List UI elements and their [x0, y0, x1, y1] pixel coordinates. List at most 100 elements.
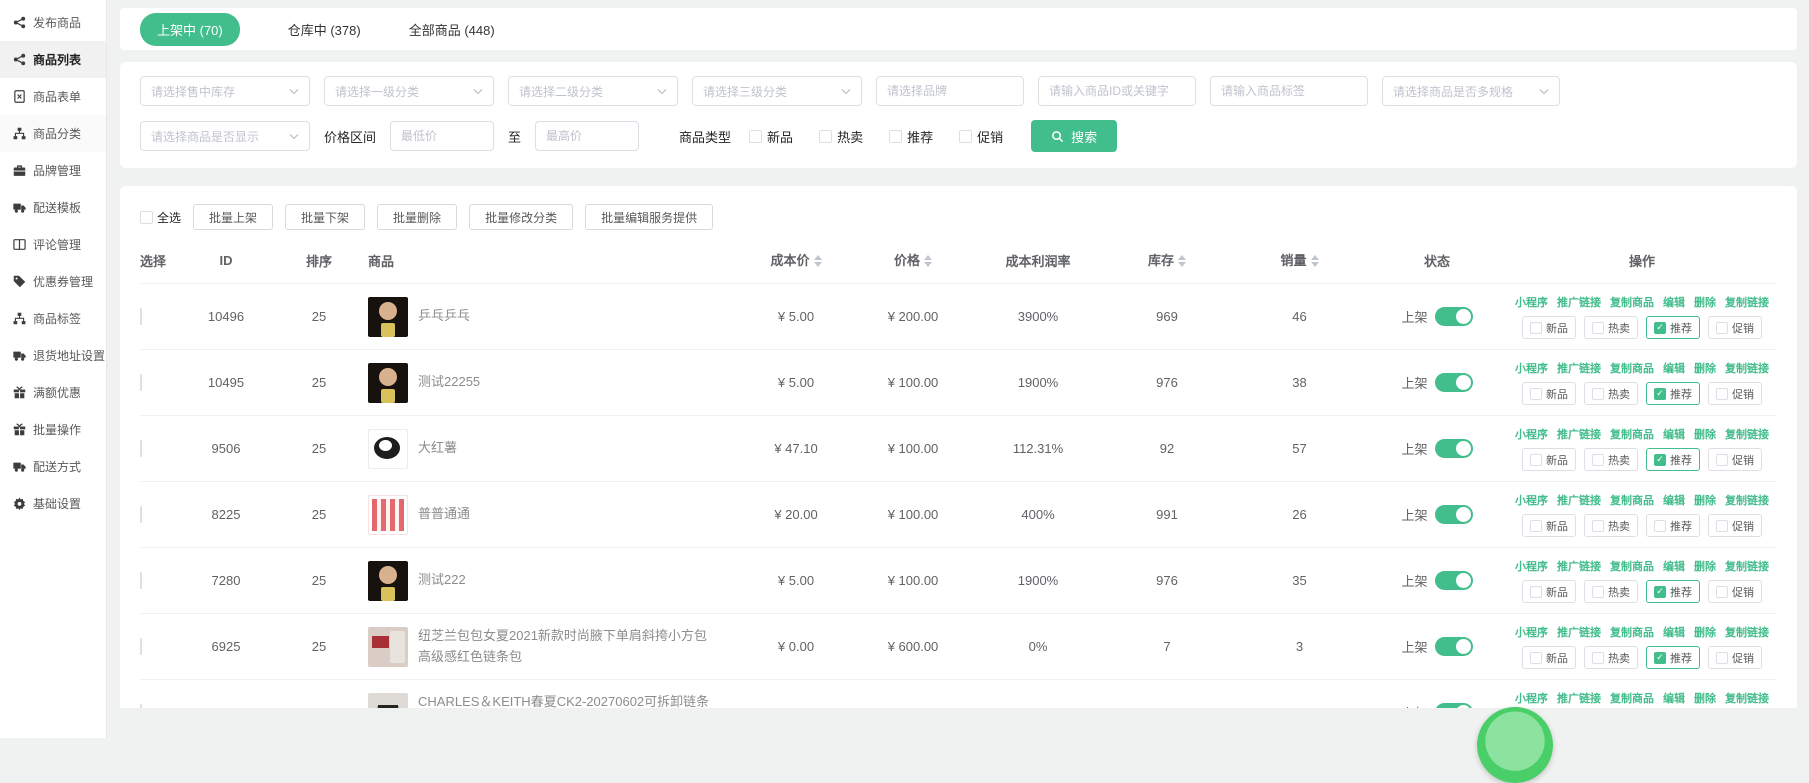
batch-button-3[interactable]: 批量删除 — [377, 204, 457, 230]
status-toggle[interactable] — [1435, 373, 1473, 392]
tag-toggle[interactable]: 新品 — [1522, 448, 1576, 471]
batch-button-4[interactable]: 批量修改分类 — [469, 204, 573, 230]
sidebar-item-10[interactable]: 退货地址设置 — [0, 337, 106, 374]
tag-toggle[interactable]: 热卖 — [1584, 382, 1638, 405]
filter-text-input[interactable] — [1221, 84, 1357, 98]
operation-link[interactable]: 复制商品 — [1610, 690, 1654, 706]
select-all-checkbox[interactable]: 全选 — [140, 209, 181, 226]
operation-link[interactable]: 小程序 — [1515, 690, 1548, 706]
min-price-input[interactable] — [401, 129, 483, 143]
product-thumbnail[interactable] — [368, 363, 408, 403]
floating-action-button[interactable] — [1477, 707, 1553, 783]
operation-link[interactable]: 复制链接 — [1725, 426, 1769, 442]
filter-input-6[interactable] — [1038, 76, 1196, 106]
tag-toggle[interactable]: 热卖 — [1584, 316, 1638, 339]
product-thumbnail[interactable] — [368, 627, 408, 667]
tag-toggle[interactable]: 新品 — [1522, 646, 1576, 669]
operation-link[interactable]: 推广链接 — [1557, 360, 1601, 376]
status-toggle[interactable] — [1435, 703, 1473, 708]
operation-link[interactable]: 编辑 — [1663, 558, 1685, 574]
operation-link[interactable]: 复制商品 — [1610, 624, 1654, 640]
operation-link[interactable]: 删除 — [1694, 558, 1716, 574]
sort-carets-icon[interactable] — [924, 251, 932, 271]
status-toggle[interactable] — [1435, 439, 1473, 458]
tag-toggle[interactable]: 新品 — [1522, 382, 1576, 405]
column-header[interactable]: 库存 — [1102, 250, 1232, 272]
product-thumbnail[interactable] — [368, 495, 408, 535]
operation-link[interactable]: 复制链接 — [1725, 624, 1769, 640]
tag-toggle[interactable]: ✓推荐 — [1646, 580, 1700, 603]
operation-link[interactable]: 复制链接 — [1725, 558, 1769, 574]
filter-select-3[interactable]: 请选择二级分类 — [508, 76, 678, 106]
filter-text-input[interactable] — [887, 84, 1013, 98]
sidebar-item-11[interactable]: 满额优惠 — [0, 374, 106, 411]
tag-toggle[interactable]: 促销 — [1708, 514, 1762, 537]
sidebar-item-9[interactable]: 商品标签 — [0, 300, 106, 337]
sort-carets-icon[interactable] — [814, 251, 822, 271]
tag-toggle[interactable]: 新品 — [1522, 316, 1576, 339]
tag-toggle[interactable]: 推荐 — [1646, 514, 1700, 537]
operation-link[interactable]: 小程序 — [1515, 624, 1548, 640]
sidebar-item-8[interactable]: 优惠券管理 — [0, 263, 106, 300]
filter-select-2[interactable]: 请选择一级分类 — [324, 76, 494, 106]
operation-link[interactable]: 复制商品 — [1610, 492, 1654, 508]
tag-toggle[interactable]: 热卖 — [1584, 514, 1638, 537]
tag-toggle[interactable]: 促销 — [1708, 580, 1762, 603]
filter-input-5[interactable] — [876, 76, 1024, 106]
status-toggle[interactable] — [1435, 637, 1473, 656]
tag-toggle[interactable]: ✓推荐 — [1646, 382, 1700, 405]
type-checkbox[interactable]: 热卖 — [819, 127, 863, 146]
operation-link[interactable]: 推广链接 — [1557, 690, 1601, 706]
operation-link[interactable]: 删除 — [1694, 492, 1716, 508]
operation-link[interactable]: 复制商品 — [1610, 294, 1654, 310]
operation-link[interactable]: 复制链接 — [1725, 360, 1769, 376]
operation-link[interactable]: 复制链接 — [1725, 492, 1769, 508]
filter-input-7[interactable] — [1210, 76, 1368, 106]
sidebar-item-4[interactable]: 商品分类 — [0, 115, 106, 152]
batch-button-5[interactable]: 批量编辑服务提供 — [585, 204, 713, 230]
filter-select-1[interactable]: 请选择售中库存 — [140, 76, 310, 106]
min-price-field[interactable] — [390, 121, 494, 151]
max-price-input[interactable] — [546, 129, 628, 143]
column-header[interactable]: 成本价 — [740, 250, 852, 272]
operation-link[interactable]: 编辑 — [1663, 426, 1685, 442]
type-checkbox[interactable]: 推荐 — [889, 127, 933, 146]
tab-3[interactable]: 全部商品 (448) — [409, 20, 495, 39]
row-checkbox[interactable] — [140, 638, 142, 655]
tab-1[interactable]: 上架中 (70) — [140, 13, 240, 46]
status-toggle[interactable] — [1435, 307, 1473, 326]
operation-link[interactable]: 推广链接 — [1557, 492, 1601, 508]
operation-link[interactable]: 小程序 — [1515, 558, 1548, 574]
tag-toggle[interactable]: ✓推荐 — [1646, 316, 1700, 339]
operation-link[interactable]: 编辑 — [1663, 690, 1685, 706]
sidebar-item-2[interactable]: 商品列表 — [0, 41, 106, 78]
tag-toggle[interactable]: 促销 — [1708, 448, 1762, 471]
operation-link[interactable]: 小程序 — [1515, 360, 1548, 376]
operation-link[interactable]: 删除 — [1694, 690, 1716, 706]
column-header[interactable]: 销量 — [1232, 250, 1367, 272]
sort-carets-icon[interactable] — [1178, 251, 1186, 271]
tag-toggle[interactable]: 新品 — [1522, 580, 1576, 603]
operation-link[interactable]: 删除 — [1694, 294, 1716, 310]
tag-toggle[interactable]: 促销 — [1708, 646, 1762, 669]
operation-link[interactable]: 推广链接 — [1557, 294, 1601, 310]
operation-link[interactable]: 复制商品 — [1610, 360, 1654, 376]
tag-toggle[interactable]: 热卖 — [1584, 646, 1638, 669]
operation-link[interactable]: 编辑 — [1663, 294, 1685, 310]
operation-link[interactable]: 推广链接 — [1557, 426, 1601, 442]
row-checkbox[interactable] — [140, 572, 142, 589]
product-thumbnail[interactable] — [368, 693, 408, 709]
operation-link[interactable]: 推广链接 — [1557, 624, 1601, 640]
row-checkbox[interactable] — [140, 506, 142, 523]
sidebar-item-3[interactable]: 商品表单 — [0, 78, 106, 115]
operation-link[interactable]: 推广链接 — [1557, 558, 1601, 574]
filter-text-input[interactable] — [1049, 84, 1185, 98]
tag-toggle[interactable]: 热卖 — [1584, 580, 1638, 603]
sidebar-item-13[interactable]: 配送方式 — [0, 448, 106, 485]
tag-toggle[interactable]: 热卖 — [1584, 448, 1638, 471]
sidebar-item-1[interactable]: 发布商品 — [0, 4, 106, 41]
tag-toggle[interactable]: 促销 — [1708, 316, 1762, 339]
operation-link[interactable]: 小程序 — [1515, 426, 1548, 442]
operation-link[interactable]: 复制商品 — [1610, 558, 1654, 574]
tag-toggle[interactable]: ✓推荐 — [1646, 646, 1700, 669]
